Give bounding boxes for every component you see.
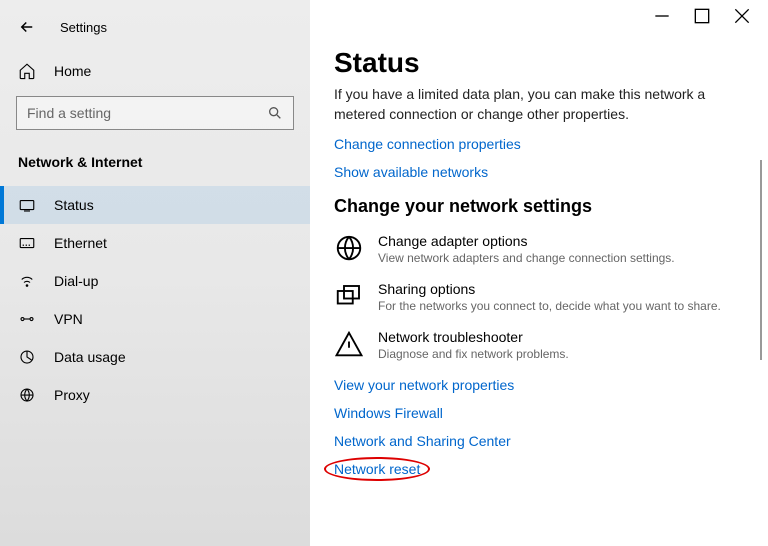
search-input[interactable] <box>27 105 267 121</box>
maximize-button[interactable] <box>694 8 710 24</box>
setting-name: Change adapter options <box>378 233 675 249</box>
category-title: Network & Internet <box>0 146 310 178</box>
warning-icon <box>334 329 364 359</box>
home-label: Home <box>54 63 91 79</box>
globe-icon <box>334 233 364 263</box>
sidebar-item-label: Proxy <box>54 387 90 403</box>
setting-desc: View network adapters and change connect… <box>378 251 675 265</box>
setting-change-adapter-options[interactable]: Change adapter options View network adap… <box>334 233 744 265</box>
setting-network-troubleshooter[interactable]: Network troubleshooter Diagnose and fix … <box>334 329 744 361</box>
window-title: Settings <box>60 20 107 35</box>
data-usage-icon <box>18 348 36 366</box>
link-network-reset[interactable]: Network reset <box>334 461 420 477</box>
sidebar-item-ethernet[interactable]: Ethernet <box>0 224 310 262</box>
link-change-connection-properties[interactable]: Change connection properties <box>334 136 744 152</box>
ethernet-icon <box>18 234 36 252</box>
back-button[interactable] <box>16 16 38 38</box>
home-icon <box>18 62 36 80</box>
setting-name: Network troubleshooter <box>378 329 569 345</box>
proxy-icon <box>18 386 36 404</box>
setting-name: Sharing options <box>378 281 721 297</box>
home-nav[interactable]: Home <box>0 54 310 88</box>
sidebar-item-status[interactable]: Status <box>0 186 310 224</box>
sidebar-item-vpn[interactable]: VPN <box>0 300 310 338</box>
search-box[interactable] <box>16 96 294 130</box>
page-title: Status <box>334 47 744 79</box>
info-text: If you have a limited data plan, you can… <box>334 85 724 124</box>
link-windows-firewall[interactable]: Windows Firewall <box>334 405 744 421</box>
status-icon <box>18 196 36 214</box>
minimize-button[interactable] <box>654 8 670 24</box>
setting-desc: Diagnose and fix network problems. <box>378 347 569 361</box>
sidebar-item-label: VPN <box>54 311 83 327</box>
sharing-icon <box>334 281 364 311</box>
sidebar-item-label: Ethernet <box>54 235 107 251</box>
setting-sharing-options[interactable]: Sharing options For the networks you con… <box>334 281 744 313</box>
setting-desc: For the networks you connect to, decide … <box>378 299 721 313</box>
sidebar-item-label: Dial-up <box>54 273 98 289</box>
sidebar-item-label: Status <box>54 197 94 213</box>
search-icon <box>267 105 283 121</box>
scrollbar[interactable] <box>760 160 762 360</box>
vpn-icon <box>18 310 36 328</box>
sidebar-item-dialup[interactable]: Dial-up <box>0 262 310 300</box>
close-button[interactable] <box>734 8 750 24</box>
link-network-sharing-center[interactable]: Network and Sharing Center <box>334 433 744 449</box>
dialup-icon <box>18 272 36 290</box>
link-view-network-properties[interactable]: View your network properties <box>334 377 744 393</box>
section-title: Change your network settings <box>334 196 744 217</box>
sidebar-item-label: Data usage <box>54 349 126 365</box>
sidebar-item-proxy[interactable]: Proxy <box>0 376 310 414</box>
sidebar-item-data-usage[interactable]: Data usage <box>0 338 310 376</box>
link-show-available-networks[interactable]: Show available networks <box>334 164 744 180</box>
